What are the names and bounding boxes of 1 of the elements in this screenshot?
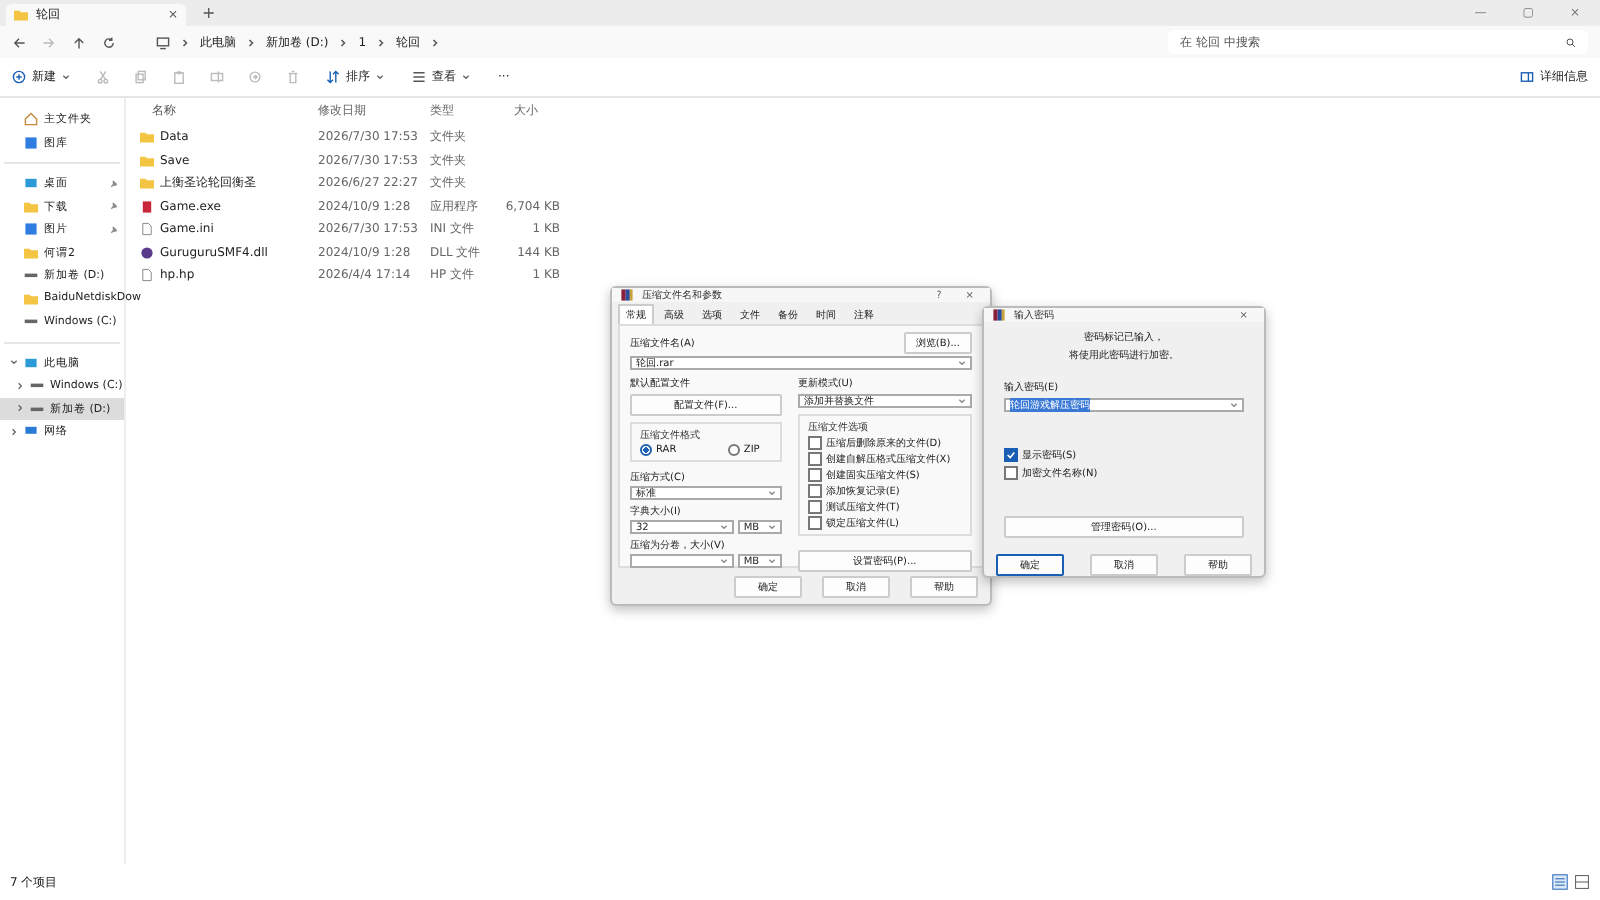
- new-tab-button[interactable]: +: [202, 4, 216, 22]
